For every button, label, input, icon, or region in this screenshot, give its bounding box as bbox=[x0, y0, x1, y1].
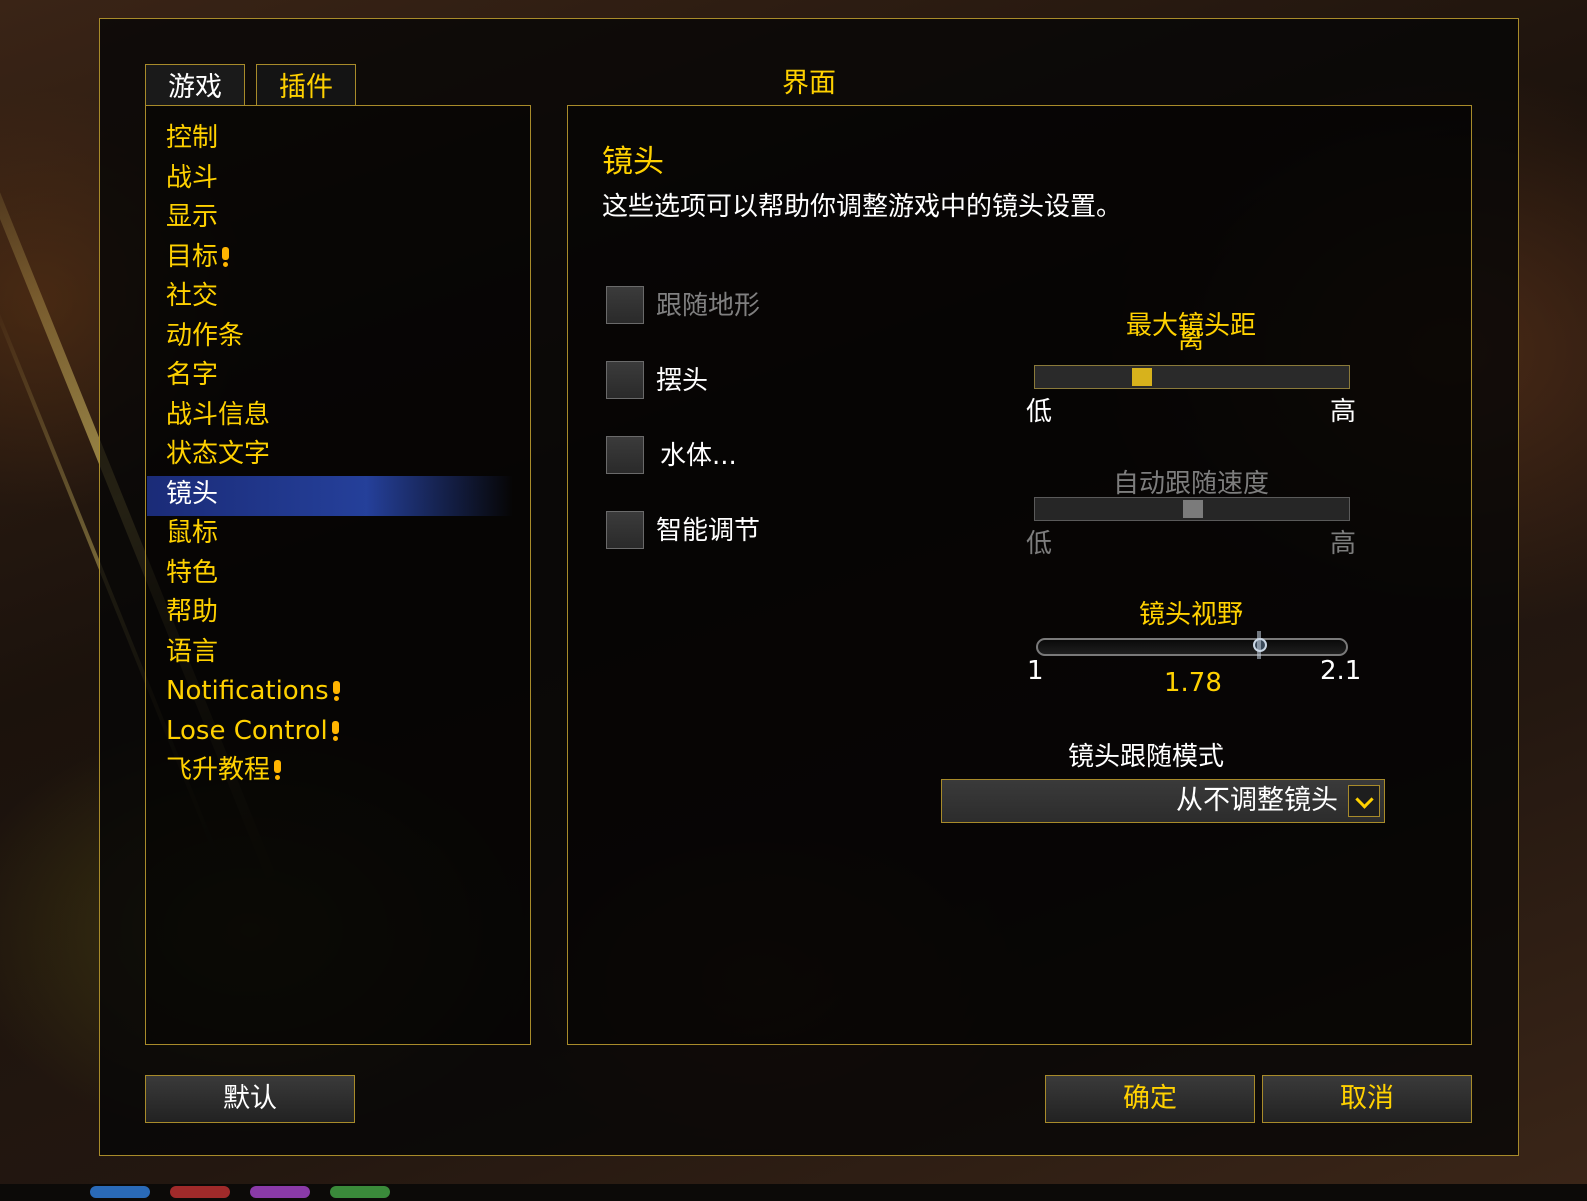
category-list: 控制战斗显示目标社交动作条名字战斗信息状态文字镜头鼠标特色帮助语言 Notific… bbox=[145, 105, 531, 1045]
category-label: 战斗信息 bbox=[166, 399, 271, 430]
category-label: 目标 bbox=[166, 241, 219, 272]
category-label: 动作条 bbox=[166, 320, 245, 351]
follow-mode-value: 从不调整镜头 bbox=[1176, 785, 1338, 816]
water-collision-checkbox[interactable] bbox=[606, 436, 644, 474]
category-label: 状态文字 bbox=[166, 439, 271, 469]
fov-slider-thumb[interactable] bbox=[1252, 631, 1268, 661]
alert-icon bbox=[222, 246, 230, 267]
category-item[interactable]: 战斗 bbox=[166, 159, 218, 197]
smart-pivot-label: 智能调节 bbox=[656, 516, 761, 546]
category-label: 镜头 bbox=[166, 478, 219, 509]
fov-min-label: 1 bbox=[1027, 656, 1044, 686]
max-distance-slider-thumb[interactable] bbox=[1132, 368, 1153, 386]
category-item[interactable]: 名字 bbox=[166, 356, 218, 394]
action-bar-strip bbox=[0, 1184, 1587, 1201]
category-label: 名字 bbox=[166, 360, 219, 390]
follow-terrain-label: 跟随地形 bbox=[656, 291, 761, 321]
follow-speed-slider[interactable] bbox=[1034, 497, 1350, 521]
fov-title: 镜头视野 bbox=[1138, 600, 1243, 630]
fov-slider[interactable] bbox=[1036, 631, 1348, 659]
category-item[interactable]: 飞升教程 bbox=[166, 751, 282, 789]
category-label: 飞升教程 bbox=[166, 755, 271, 785]
category-label: Lose Control bbox=[166, 715, 328, 746]
category-label: 语言 bbox=[166, 636, 219, 667]
max-distance-title: 最大镜头距 离 bbox=[1125, 311, 1256, 355]
head-bob-label: 摆头 bbox=[656, 366, 709, 396]
category-item[interactable]: 显示 bbox=[166, 198, 218, 236]
follow-speed-slider-thumb[interactable] bbox=[1183, 500, 1203, 518]
category-item[interactable]: 状态文字 bbox=[166, 435, 270, 473]
follow-speed-title: 自动跟随速度 bbox=[1112, 469, 1269, 499]
camera-settings-panel: 镜头 这些选项可以帮助你调整游戏中的镜头设置。 跟随地形 摆头 水体... 智能… bbox=[567, 105, 1472, 1045]
max-distance-slider[interactable] bbox=[1034, 365, 1350, 389]
tab-game[interactable]: 游戏 bbox=[145, 64, 245, 106]
fov-max-label: 2.1 bbox=[1320, 656, 1362, 686]
category-label: 鼠标 bbox=[166, 518, 219, 548]
category-item[interactable]: Notifications bbox=[166, 672, 340, 710]
smart-pivot-checkbox[interactable] bbox=[606, 511, 644, 549]
follow-mode-label: 镜头跟随模式 bbox=[1068, 742, 1225, 772]
category-label: 帮助 bbox=[166, 597, 219, 627]
section-description: 这些选项可以帮助你调整游戏中的镜头设置。 bbox=[602, 192, 1123, 222]
category-item[interactable]: 帮助 bbox=[166, 593, 218, 631]
category-item[interactable]: 特色 bbox=[166, 554, 218, 592]
alert-icon bbox=[274, 760, 282, 780]
category-item[interactable]: 鼠标 bbox=[166, 514, 218, 552]
category-label: 显示 bbox=[166, 202, 219, 232]
follow-speed-high-label: 高 bbox=[1330, 529, 1357, 559]
category-item[interactable]: 社交 bbox=[166, 277, 218, 315]
category-item[interactable]: 镜头 bbox=[166, 475, 218, 513]
defaults-button[interactable]: 默认 bbox=[145, 1075, 355, 1123]
section-title: 镜头 bbox=[602, 144, 664, 180]
category-item[interactable]: 语言 bbox=[166, 633, 218, 671]
category-label: 社交 bbox=[166, 281, 219, 311]
category-item[interactable]: 战斗信息 bbox=[166, 396, 270, 434]
tab-addons[interactable]: 插件 bbox=[256, 64, 356, 106]
alert-icon bbox=[331, 720, 339, 741]
cancel-button[interactable]: 取消 bbox=[1262, 1075, 1472, 1123]
category-label: Notifications bbox=[166, 676, 329, 706]
category-item[interactable]: Lose Control bbox=[166, 712, 339, 750]
category-label: 控制 bbox=[166, 123, 219, 153]
category-item[interactable]: 控制 bbox=[166, 119, 218, 157]
category-item[interactable]: 动作条 bbox=[166, 317, 244, 355]
category-item[interactable]: 目标 bbox=[166, 238, 230, 276]
category-label: 战斗 bbox=[166, 162, 219, 193]
max-distance-low-label: 低 bbox=[1026, 397, 1053, 427]
follow-terrain-checkbox[interactable] bbox=[606, 286, 644, 324]
water-collision-label: 水体... bbox=[660, 441, 737, 471]
fov-value: 1.78 bbox=[1164, 668, 1222, 698]
follow-mode-dropdown[interactable]: 从不调整镜头 bbox=[941, 779, 1385, 823]
alert-icon bbox=[332, 681, 340, 701]
max-distance-high-label: 高 bbox=[1330, 397, 1357, 427]
category-label: 特色 bbox=[166, 557, 219, 588]
chevron-down-icon[interactable] bbox=[1348, 785, 1380, 817]
follow-speed-low-label: 低 bbox=[1026, 529, 1053, 559]
head-bob-checkbox[interactable] bbox=[606, 361, 644, 399]
ok-button[interactable]: 确定 bbox=[1045, 1075, 1255, 1123]
